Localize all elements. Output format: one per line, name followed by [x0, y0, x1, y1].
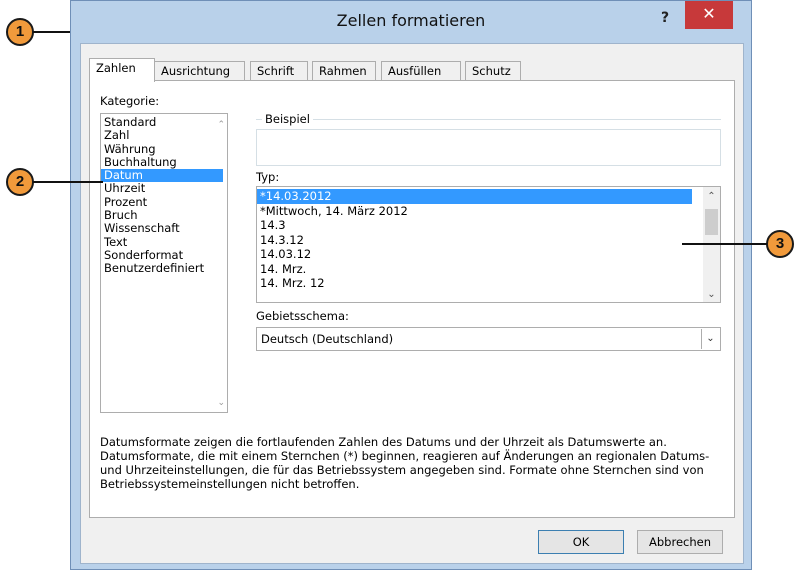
ok-button[interactable]: OK	[538, 530, 624, 554]
tab-zahlen[interactable]: Zahlen	[89, 58, 155, 82]
category-item[interactable]: Zahl	[101, 129, 223, 142]
dialog-title: Zellen formatieren	[336, 11, 486, 30]
callout-2-line	[33, 181, 103, 183]
category-item[interactable]: Benutzerdefiniert	[101, 262, 223, 275]
category-item[interactable]: Prozent	[101, 195, 223, 209]
locale-label: Gebietsschema:	[256, 309, 349, 323]
dialog-client-area: Zahlen Ausrichtung Schrift Rahmen Ausfül…	[80, 43, 744, 564]
callout-2: 2	[6, 168, 34, 196]
close-button[interactable]: ✕	[685, 1, 733, 29]
cancel-button[interactable]: Abbrechen	[637, 530, 723, 554]
type-item[interactable]: 14.3	[257, 218, 692, 233]
scroll-up-icon[interactable]: ⌃	[703, 191, 720, 202]
category-item[interactable]: Buchhaltung	[101, 155, 223, 169]
scroll-down-icon[interactable]: ⌄	[703, 289, 720, 300]
type-item[interactable]: 14. Mrz.	[257, 262, 692, 277]
sample-label: Beispiel	[262, 112, 313, 126]
close-icon: ✕	[702, 4, 716, 23]
scroll-up-icon[interactable]: ⌃	[217, 120, 225, 130]
type-item[interactable]: 14.3.12	[257, 233, 692, 248]
category-item[interactable]: Uhrzeit	[101, 182, 223, 195]
callout-1-line	[33, 31, 71, 33]
chevron-down-icon[interactable]: ⌄	[701, 329, 719, 349]
category-item[interactable]: Währung	[101, 142, 223, 156]
tab-schutz[interactable]: Schutz	[465, 61, 521, 81]
category-item[interactable]: Bruch	[101, 208, 223, 222]
type-item[interactable]: 14. Mrz. 12	[257, 276, 692, 291]
category-label: Kategorie:	[100, 94, 160, 108]
callout-3-line	[682, 243, 767, 245]
category-item[interactable]: Text	[101, 235, 223, 249]
tab-schrift[interactable]: Schrift	[250, 61, 308, 81]
sample-group-line	[256, 119, 721, 120]
scrollbar-thumb[interactable]	[705, 209, 718, 235]
sample-preview	[256, 129, 721, 166]
category-item[interactable]: Wissenschaft	[101, 222, 223, 235]
type-item[interactable]: 14.03.12	[257, 247, 692, 262]
tab-rahmen[interactable]: Rahmen	[312, 61, 376, 81]
type-list[interactable]: *14.03.2012 *Mittwoch, 14. März 2012 14.…	[256, 186, 721, 303]
title-bar: Zellen formatieren ? ✕	[71, 1, 751, 43]
help-button[interactable]: ?	[651, 7, 679, 29]
category-list[interactable]: Standard Zahl Währung Buchhaltung Datum …	[100, 113, 228, 413]
format-description: Datumsformate zeigen die fortlaufenden Z…	[100, 435, 710, 491]
callout-3: 3	[766, 230, 794, 258]
callout-1: 1	[6, 18, 34, 46]
category-item-selected[interactable]: Datum	[101, 169, 223, 183]
tab-ausfuellen[interactable]: Ausfüllen	[381, 61, 461, 81]
category-item[interactable]: Standard	[101, 115, 223, 129]
scroll-down-icon[interactable]: ⌄	[217, 398, 225, 408]
locale-value: Deutsch (Deutschland)	[261, 332, 394, 346]
type-item[interactable]: *Mittwoch, 14. März 2012	[257, 204, 692, 219]
type-item-selected[interactable]: *14.03.2012	[257, 189, 692, 204]
category-item[interactable]: Sonderformat	[101, 248, 223, 262]
format-cells-dialog: Zellen formatieren ? ✕ Zahlen Ausrichtun…	[70, 0, 752, 570]
tab-ausrichtung[interactable]: Ausrichtung	[154, 61, 245, 81]
type-label: Typ:	[256, 170, 280, 184]
tab-panel-zahlen: Kategorie: Standard Zahl Währung Buchhal…	[89, 80, 735, 518]
locale-select[interactable]: Deutsch (Deutschland) ⌄	[256, 327, 721, 351]
